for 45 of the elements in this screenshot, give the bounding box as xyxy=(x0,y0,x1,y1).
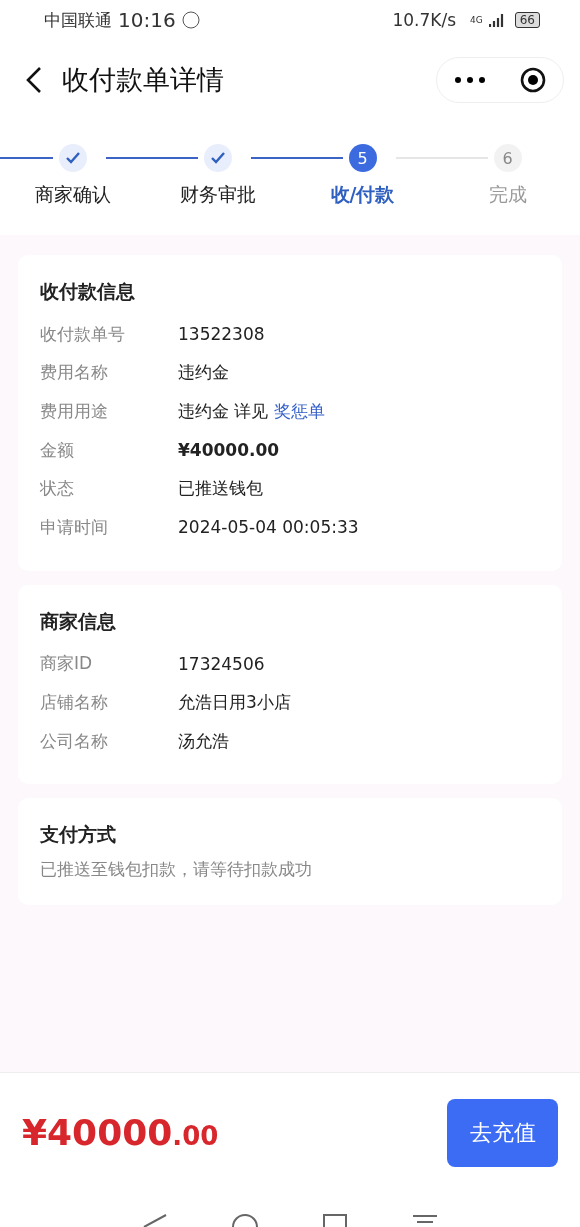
recents-nav-icon[interactable] xyxy=(322,1213,348,1227)
recharge-button[interactable]: 去充值 xyxy=(447,1098,558,1167)
card-title: 支付方式 xyxy=(40,822,117,848)
total-amount: ¥40000.00 xyxy=(22,1112,220,1153)
field-label: 费用用途 xyxy=(40,400,109,423)
field-label: 店铺名称 xyxy=(40,690,109,714)
step-check-icon xyxy=(58,144,87,172)
close-icon[interactable] xyxy=(519,67,546,93)
network-speed: 10.7K/s xyxy=(392,10,456,30)
payment-note: 已推送至钱包扣款，请等待扣款成功 xyxy=(40,858,313,882)
field-label: 收付款单号 xyxy=(40,322,126,346)
step-label: 完成 xyxy=(488,182,527,207)
field-value: 违约金 xyxy=(178,361,229,385)
page-title: 收付款单详情 xyxy=(62,63,225,97)
field-value: 违约金 详见 xyxy=(178,400,269,423)
home-nav-icon[interactable] xyxy=(232,1213,258,1227)
clock-time: 10:16 xyxy=(118,8,176,32)
field-value: 已推送钱包 xyxy=(178,477,263,501)
field-value: 2024-05-04 00:05:33 xyxy=(178,517,359,538)
step-number: 6 xyxy=(493,144,522,172)
field-label: 状态 xyxy=(40,477,75,501)
field-label: 金额 xyxy=(40,438,75,462)
network-type: 4G xyxy=(470,15,483,25)
field-value: 允浩日用3小店 xyxy=(178,690,291,714)
battery-icon: 66 xyxy=(514,12,540,28)
field-value: ¥40000.00 xyxy=(178,440,280,461)
field-label: 申请时间 xyxy=(40,515,109,539)
field-label: 商家ID xyxy=(40,652,94,676)
card-title: 商家信息 xyxy=(40,608,117,634)
field-label: 费用名称 xyxy=(40,361,109,385)
detail-link[interactable]: 奖惩单 xyxy=(274,400,326,423)
carrier-text: 中国联通 xyxy=(44,8,112,32)
step-label: 商家确认 xyxy=(34,182,111,207)
step-label: 财务审批 xyxy=(179,182,256,207)
field-value: 17324506 xyxy=(178,653,265,674)
more-icon[interactable] xyxy=(454,77,485,83)
field-value: 汤允浩 xyxy=(178,729,229,753)
signal-icon xyxy=(488,13,505,27)
step-check-icon xyxy=(203,144,232,172)
card-title: 收付款信息 xyxy=(40,279,136,304)
field-value: 13522308 xyxy=(178,324,265,345)
step-number: 5 xyxy=(348,144,377,172)
step-label: 收/付款 xyxy=(330,182,395,207)
field-label: 公司名称 xyxy=(40,729,109,753)
back-icon[interactable] xyxy=(26,67,42,93)
